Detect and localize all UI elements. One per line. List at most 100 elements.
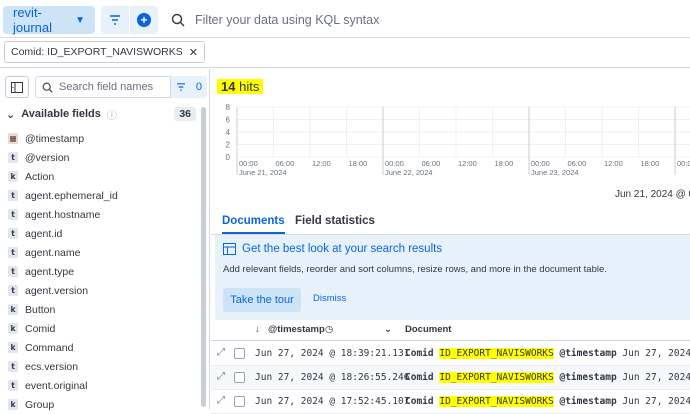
callout-title: Get the best look at your search results xyxy=(223,243,442,255)
x-tick-label: 00:00 xyxy=(239,159,258,168)
available-fields-label: Available fields xyxy=(21,108,101,120)
table-row: ⤢ Jun 27, 2024 @ 18:39:21.131 Comid ID_EXP… xyxy=(211,342,690,366)
sidebar-scrollbar[interactable] xyxy=(201,107,206,407)
expand-icon[interactable]: ⤢ xyxy=(217,371,225,382)
field-item[interactable]: t @version xyxy=(8,148,198,167)
row-checkbox[interactable] xyxy=(234,372,245,383)
field-item[interactable]: t agent.id xyxy=(8,224,198,243)
field-item[interactable]: t ecs.version xyxy=(8,357,198,376)
row-timestamp: Jun 27, 2024 @ 18:39:21.131 xyxy=(255,348,410,359)
row-timestamp: Jun 27, 2024 @ 18:26:55.246 xyxy=(255,372,410,383)
doc-key: Comid xyxy=(405,348,434,359)
x-date-label: June 22, 2024 xyxy=(385,168,433,177)
field-item[interactable]: k Action xyxy=(8,167,198,186)
take-tour-button[interactable]: Take the tour xyxy=(223,288,301,312)
chevron-down-icon: ⌄ xyxy=(6,108,16,121)
field-name: agent.hostname xyxy=(25,208,101,221)
field-name: @timestamp xyxy=(25,132,85,145)
tour-callout: Get the best look at your search results… xyxy=(215,235,690,320)
dismiss-button[interactable]: Dismiss xyxy=(313,293,346,304)
data-view-label: revit-journal xyxy=(13,5,53,35)
y-tick-label: 2 xyxy=(226,141,231,150)
x-tick-label: 00:00 xyxy=(677,159,690,168)
data-view-selector[interactable]: revit-journal ▼ xyxy=(3,5,95,35)
hits-number: 14 xyxy=(221,79,236,94)
collapse-sidebar-button[interactable] xyxy=(5,76,29,98)
x-tick-label: 18:00 xyxy=(641,159,660,168)
histogram-chart[interactable]: 8 6 4 2 0 00:00 06:00 12:00 18:00 00:00 06:00 12:00… xyxy=(211,103,690,183)
column-header-document[interactable]: Document xyxy=(405,324,451,335)
field-item[interactable]: k Button xyxy=(8,300,198,319)
search-icon xyxy=(42,82,53,93)
row-checkbox[interactable] xyxy=(234,348,245,359)
field-item[interactable]: t agent.type xyxy=(8,262,198,281)
table-row: ⤢ Jun 27, 2024 @ 17:52:45.107 Comid ID_EXP… xyxy=(211,390,690,414)
filter-pill[interactable]: Comid: ID_EXPORT_NAVISWORKS ✕ xyxy=(4,41,205,63)
field-item[interactable]: t agent.hostname xyxy=(8,205,198,224)
text-type-icon: t xyxy=(8,285,18,296)
available-fields-header[interactable]: ⌄ Available fields ⓘ 36 xyxy=(6,106,196,122)
field-name: agent.name xyxy=(25,246,81,259)
filter-menu-button[interactable] xyxy=(101,6,129,34)
doc-value-highlight: ID_EXPORT_NAVISWORKS xyxy=(439,348,554,359)
text-type-icon: t xyxy=(8,247,18,258)
doc-key: Comid xyxy=(405,372,434,383)
doc-key: @timestamp xyxy=(559,348,617,359)
keyword-type-icon: k xyxy=(8,399,18,410)
close-icon[interactable]: ✕ xyxy=(189,46,198,59)
expand-icon[interactable]: ⤢ xyxy=(217,395,225,406)
doc-value: Jun 27, 2024 @ 17 xyxy=(622,396,690,407)
x-date-label: June 23, 2024 xyxy=(531,168,579,177)
keyword-type-icon: k xyxy=(8,171,18,182)
y-tick-label: 6 xyxy=(226,116,231,125)
field-name: event.original xyxy=(25,379,88,392)
field-item[interactable]: t agent.version xyxy=(8,281,198,300)
field-name: agent.id xyxy=(25,227,63,240)
field-item[interactable]: ▦ @timestamp xyxy=(8,129,198,148)
sort-arrow-icon[interactable]: ↓ xyxy=(255,324,260,335)
x-date-label: June 21, 2024 xyxy=(239,168,287,177)
field-item[interactable]: t agent.name xyxy=(8,243,198,262)
field-name: Comid xyxy=(25,322,56,335)
tab-documents[interactable]: Documents xyxy=(222,215,285,234)
text-type-icon: t xyxy=(8,380,18,391)
row-checkbox[interactable] xyxy=(234,396,245,407)
available-fields-count: 36 xyxy=(174,107,196,121)
field-item[interactable]: k Group xyxy=(8,395,198,414)
y-tick-label: 4 xyxy=(226,128,231,137)
tab-field-statistics[interactable]: Field statistics xyxy=(295,215,375,227)
x-tick-label: 12:00 xyxy=(604,159,623,168)
x-tick-label: 00:00 xyxy=(385,159,404,168)
add-filter-button[interactable]: + xyxy=(130,6,158,34)
field-name: Command xyxy=(25,341,74,354)
info-icon: ⓘ xyxy=(106,110,117,122)
field-type-filter-button[interactable]: 0 xyxy=(171,76,207,98)
keyword-type-icon: k xyxy=(8,304,18,315)
x-tick-label: 06:00 xyxy=(568,159,587,168)
kql-search-input[interactable]: Filter your data using KQL syntax xyxy=(163,6,690,34)
column-menu-chevron-icon[interactable]: ⌄ xyxy=(384,324,392,335)
query-bar: revit-journal ▼ + Filter your data using… xyxy=(0,0,690,38)
field-item[interactable]: k Command xyxy=(8,338,198,357)
field-search-input[interactable]: Search field names xyxy=(35,76,171,98)
filter-icon xyxy=(176,83,185,91)
sidebar-toolbar: Search field names 0 xyxy=(5,76,207,100)
doc-key: @timestamp xyxy=(559,396,617,407)
field-sidebar: Search field names 0 ⌄ Available fields … xyxy=(0,69,210,411)
x-tick-label: 18:00 xyxy=(349,159,368,168)
column-header-timestamp[interactable]: @timestamp xyxy=(268,324,325,335)
x-tick-label: 00:00 xyxy=(531,159,550,168)
panel-collapse-icon xyxy=(11,81,23,93)
callout-description: Add relevant fields, reorder and sort co… xyxy=(223,264,607,275)
field-item[interactable]: t event.original xyxy=(8,376,198,395)
doc-key: @timestamp xyxy=(559,372,617,383)
main-panel: 14 hits 8 6 4 2 0 00:00 06:00 12:00 18:00 00:00 06… xyxy=(211,69,690,414)
keyword-type-icon: k xyxy=(8,323,18,334)
field-name: agent.type xyxy=(25,265,75,278)
field-name: Button xyxy=(25,303,56,316)
hits-label: hits xyxy=(239,79,260,94)
text-type-icon: t xyxy=(8,266,18,277)
field-item[interactable]: t agent.ephemeral_id xyxy=(8,186,198,205)
expand-icon[interactable]: ⤢ xyxy=(217,347,225,358)
field-item[interactable]: k Comid xyxy=(8,319,198,338)
